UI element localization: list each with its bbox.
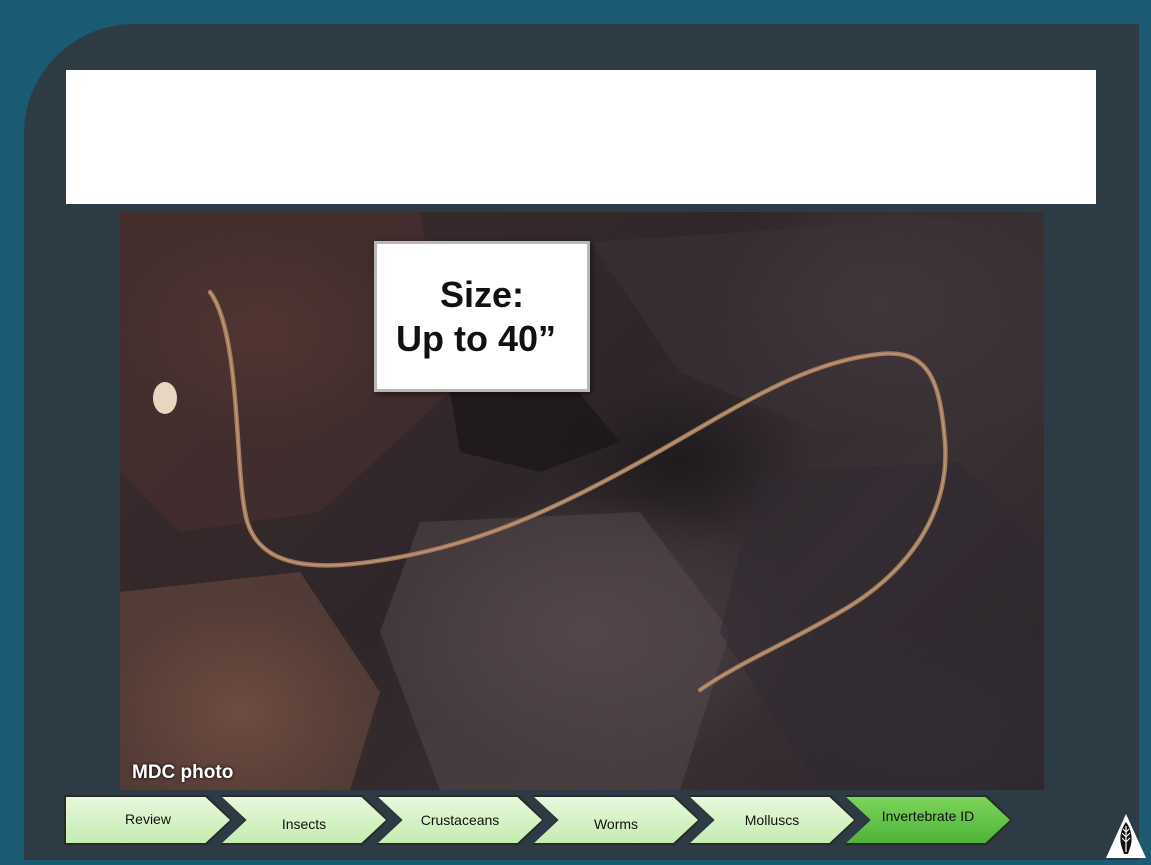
pebble [153,382,177,414]
nav-bar: Review Insects Crustaceans Worms Mollusc… [64,795,1024,845]
nav-molluscs-label: Molluscs [744,812,800,828]
nav-invertebrate-id-label: Invertebrate ID [881,808,975,824]
nav-crustaceans-label: Crustaceans [420,812,500,828]
size-value: Up to 40” [395,317,556,359]
nav-worms-label: Worms [593,816,639,832]
nav-molluscs-button[interactable]: Molluscs [688,795,856,845]
nav-insects-label: Insects [281,816,327,832]
nav-crustaceans-button[interactable]: Crustaceans [376,795,544,845]
leaf-shape [120,572,380,790]
nav-review-label: Review [125,811,171,827]
nav-worms-button[interactable]: Worms [532,795,700,845]
nav-review-button[interactable]: Review [64,795,232,845]
nav-invertebrate-id-button[interactable]: Invertebrate ID [844,795,1012,845]
photo-credit: MDC photo [132,762,234,783]
size-callout: Size: Up to 40” [374,241,590,392]
title-box [66,70,1096,204]
leaf-shape [380,512,730,790]
nav-insects-button[interactable]: Insects [220,795,388,845]
leaf-shape [450,382,620,472]
mdc-logo-icon[interactable] [1104,812,1148,860]
leaf-shape [590,212,1044,432]
size-label: Size: [439,273,525,315]
leaf-shape [720,462,1044,790]
